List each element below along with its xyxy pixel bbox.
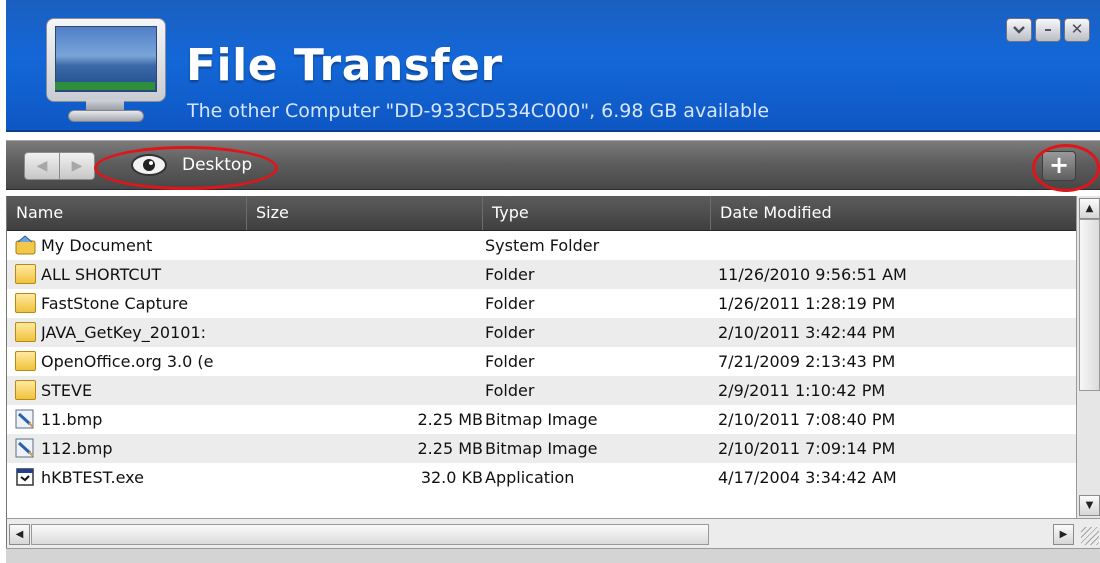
table-row[interactable]: My Document System Folder bbox=[7, 231, 1077, 260]
table-row[interactable]: JAVA_GetKey_20101: Folder 2/10/2011 3:42… bbox=[7, 318, 1077, 347]
column-date-modified[interactable]: Date Modified bbox=[711, 196, 1077, 230]
forward-button[interactable]: ▶ bbox=[59, 152, 95, 180]
back-button[interactable]: ◀ bbox=[24, 152, 60, 180]
minimize-button[interactable]: – bbox=[1035, 18, 1061, 42]
file-list: Name Size Type Date Modified My Document… bbox=[6, 196, 1077, 518]
file-date: 2/9/2011 1:10:42 PM bbox=[718, 381, 886, 400]
folder-icon bbox=[15, 322, 36, 342]
bitmap-icon bbox=[15, 438, 34, 458]
file-date: 2/10/2011 7:08:40 PM bbox=[718, 410, 896, 429]
file-type: Folder bbox=[485, 323, 535, 342]
file-size: 32.0 KB bbox=[420, 468, 483, 487]
file-name: STEVE bbox=[41, 381, 93, 400]
navigation-toolbar: ◀ ▶ Desktop + bbox=[6, 140, 1100, 192]
column-type[interactable]: Type bbox=[483, 196, 711, 230]
file-date: 11/26/2010 9:56:51 AM bbox=[718, 265, 907, 284]
close-button[interactable]: ✕ bbox=[1064, 18, 1090, 42]
file-name: ALL SHORTCUT bbox=[41, 265, 162, 284]
bottom-border bbox=[6, 548, 1100, 563]
system-folder-icon bbox=[15, 235, 36, 255]
file-size bbox=[247, 231, 483, 260]
scroll-left-button[interactable]: ◀ bbox=[9, 524, 30, 545]
table-row[interactable]: FastStone Capture Folder 1/26/2011 1:28:… bbox=[7, 289, 1077, 318]
vertical-scrollbar[interactable]: ▲ ▼ bbox=[1076, 196, 1100, 518]
horizontal-scrollbar[interactable]: ◀ ▶ bbox=[6, 518, 1100, 549]
file-date: 2/10/2011 3:42:44 PM bbox=[718, 323, 896, 342]
column-header: Name Size Type Date Modified bbox=[7, 196, 1077, 231]
file-date: 4/17/2004 3:34:42 AM bbox=[718, 468, 897, 487]
resize-grip-icon[interactable] bbox=[1081, 527, 1099, 545]
file-size bbox=[247, 260, 483, 289]
rows: My Document System Folder ALL SHORTCUT F… bbox=[7, 231, 1077, 492]
file-size bbox=[247, 289, 483, 318]
window-title: File Transfer bbox=[186, 40, 503, 91]
file-date: 7/21/2009 2:13:43 PM bbox=[718, 352, 896, 371]
file-type: Bitmap Image bbox=[485, 410, 598, 429]
file-name: OpenOffice.org 3.0 (e bbox=[41, 352, 214, 371]
bitmap-icon bbox=[15, 409, 34, 429]
file-transfer-window: File Transfer The other Computer "DD-933… bbox=[6, 0, 1100, 563]
file-type: Bitmap Image bbox=[485, 439, 598, 458]
file-size bbox=[247, 318, 483, 347]
file-date: 2/10/2011 7:09:14 PM bbox=[718, 439, 896, 458]
file-date: 1/26/2011 1:28:19 PM bbox=[718, 294, 896, 313]
file-size bbox=[247, 347, 483, 376]
scroll-up-button[interactable]: ▲ bbox=[1079, 198, 1100, 219]
file-type: System Folder bbox=[485, 236, 600, 255]
application-icon bbox=[16, 468, 34, 486]
file-type: Folder bbox=[485, 381, 535, 400]
highlight-circle bbox=[1032, 144, 1100, 192]
file-type: Folder bbox=[485, 265, 535, 284]
chevron-down-icon bbox=[1013, 26, 1025, 34]
folder-icon bbox=[15, 264, 36, 284]
title-bar: File Transfer The other Computer "DD-933… bbox=[6, 0, 1100, 132]
file-size bbox=[247, 376, 483, 405]
file-size: 2.25 MB bbox=[417, 439, 484, 458]
column-size[interactable]: Size bbox=[247, 196, 483, 230]
file-type: Folder bbox=[485, 352, 535, 371]
horizontal-scroll-thumb[interactable] bbox=[31, 524, 709, 545]
table-row[interactable]: 112.bmp 2.25 MB Bitmap Image 2/10/2011 7… bbox=[7, 434, 1077, 463]
file-name: 11.bmp bbox=[41, 410, 103, 429]
file-name: My Document bbox=[41, 236, 153, 255]
window-subtitle: The other Computer "DD-933CD534C000", 6.… bbox=[187, 100, 770, 122]
scroll-right-button[interactable]: ▶ bbox=[1053, 524, 1074, 545]
column-name[interactable]: Name bbox=[7, 196, 247, 230]
folder-icon bbox=[15, 380, 36, 400]
folder-icon bbox=[15, 293, 36, 313]
computer-icon bbox=[46, 18, 166, 122]
file-type: Folder bbox=[485, 294, 535, 313]
file-date bbox=[718, 231, 1058, 260]
file-type: Application bbox=[485, 468, 575, 487]
file-name: FastStone Capture bbox=[41, 294, 189, 313]
table-row[interactable]: ALL SHORTCUT Folder 11/26/2010 9:56:51 A… bbox=[7, 260, 1077, 289]
table-row[interactable]: STEVE Folder 2/9/2011 1:10:42 PM bbox=[7, 376, 1077, 405]
table-row[interactable]: hKBTEST.exe 32.0 KB Application 4/17/200… bbox=[7, 463, 1077, 492]
menu-button[interactable] bbox=[1006, 18, 1032, 42]
vertical-scroll-thumb[interactable] bbox=[1079, 219, 1100, 391]
file-name: JAVA_GetKey_20101: bbox=[41, 323, 207, 342]
file-name: 112.bmp bbox=[41, 439, 113, 458]
table-row[interactable]: 11.bmp 2.25 MB Bitmap Image 2/10/2011 7:… bbox=[7, 405, 1077, 434]
highlight-circle bbox=[94, 146, 278, 190]
table-row[interactable]: OpenOffice.org 3.0 (e Folder 7/21/2009 2… bbox=[7, 347, 1077, 376]
file-size: 2.25 MB bbox=[417, 410, 484, 429]
folder-icon bbox=[15, 351, 36, 371]
scroll-down-button[interactable]: ▼ bbox=[1079, 495, 1100, 516]
file-name: hKBTEST.exe bbox=[41, 468, 144, 487]
